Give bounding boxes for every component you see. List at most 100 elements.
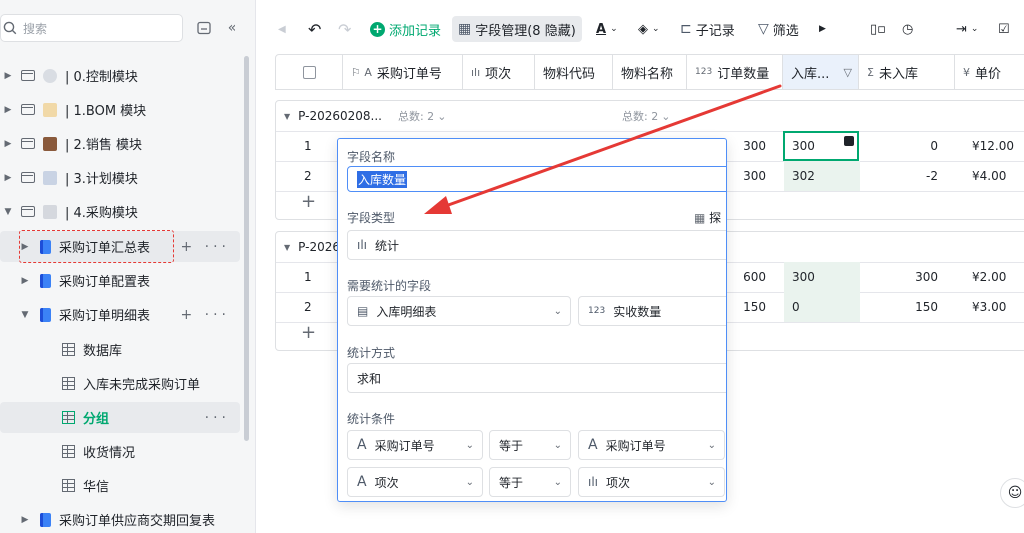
column-header-not-received[interactable]: Σ 未入库 bbox=[859, 54, 955, 90]
undo-icon[interactable]: ↶ bbox=[308, 18, 321, 40]
cell-not-received[interactable]: -2 bbox=[876, 161, 938, 191]
group-total: 总数: 2 bbox=[622, 110, 659, 123]
select-all-checkbox[interactable] bbox=[302, 65, 316, 79]
condition-1-left-select[interactable]: A 采购订单号 ⌄ bbox=[347, 430, 483, 460]
column-header-order-qty[interactable]: 123 订单数量 bbox=[687, 54, 783, 90]
layout-icon[interactable]: ▯▫ bbox=[870, 18, 886, 40]
column-header-line-no[interactable]: ılı 项次 bbox=[463, 54, 535, 90]
explore-button[interactable]: ▦ 探 bbox=[694, 209, 721, 226]
cell-unit-price[interactable]: ¥12.00 bbox=[972, 131, 1014, 161]
column-header-label: 单价 bbox=[975, 66, 1002, 82]
condition-2-left-select[interactable]: A 项次 ⌄ bbox=[347, 467, 483, 497]
column-header-po-number[interactable]: ⚐ A 采购订单号 bbox=[343, 54, 463, 90]
column-header-label: 采购订单号 bbox=[376, 66, 442, 82]
add-record-button[interactable]: + 添加记录 bbox=[370, 18, 441, 40]
sidebar-item-plan-module[interactable]: ▶ | 3.计划模块 bbox=[0, 162, 240, 193]
column-header-material-code[interactable]: 物料代码 bbox=[535, 54, 613, 90]
stat-table-select[interactable]: ▤ 入库明细表 ⌄ bbox=[347, 296, 571, 326]
group-header[interactable]: ▼ P-2026 bbox=[284, 232, 340, 262]
cell-received-qty[interactable]: 0 bbox=[784, 292, 860, 322]
field-management-label: 字段管理(8 隐藏) bbox=[475, 23, 576, 39]
field-type-select[interactable]: ılı 统计 bbox=[347, 230, 726, 260]
cell-unit-price[interactable]: ¥4.00 bbox=[972, 161, 1006, 191]
grid-view-icon bbox=[62, 445, 75, 458]
sidebar-view-database[interactable]: 数据库 bbox=[0, 334, 240, 365]
double-chevron-left-icon[interactable]: « bbox=[222, 18, 242, 38]
text-field-icon: A bbox=[588, 437, 598, 453]
field-management-button[interactable]: ▦ 字段管理(8 隐藏) bbox=[452, 16, 582, 42]
cell-received-qty[interactable]: 302 bbox=[784, 161, 860, 191]
explore-label: 探 bbox=[709, 211, 722, 225]
scroll-left-icon[interactable]: ◀ bbox=[278, 18, 286, 40]
condition-1-op-select[interactable]: 等于 ⌄ bbox=[489, 430, 571, 460]
sidebar-item-po-detail[interactable]: ▼ 采购订单明细表 + ··· bbox=[0, 299, 240, 330]
filter-button[interactable]: ▽ 筛选 bbox=[758, 18, 799, 40]
chevron-down-icon: ▼ bbox=[284, 242, 291, 252]
item-actions[interactable]: + ··· bbox=[180, 307, 230, 323]
clock-icon[interactable]: ◷ bbox=[902, 18, 913, 40]
sub-record-button[interactable]: ⊏ 子记录 bbox=[680, 18, 735, 40]
sidebar-view-receipt[interactable]: 收货情况 bbox=[0, 436, 240, 467]
group-total-2[interactable]: 总数: 2 ⌄ bbox=[622, 101, 670, 131]
cell-not-received[interactable]: 150 bbox=[876, 292, 938, 322]
redo-icon[interactable]: ↷ bbox=[338, 18, 351, 40]
field-type-label: 字段类型 bbox=[347, 211, 396, 225]
group-header[interactable]: ▼ P-20260208... 总数: 2 ⌄ bbox=[284, 101, 446, 131]
sidebar-item-bom-module[interactable]: ▶ | 1.BOM 模块 bbox=[0, 94, 240, 125]
add-row-icon[interactable]: + bbox=[301, 191, 316, 212]
chevron-down-icon: ⌄ bbox=[661, 109, 671, 123]
select-all-header[interactable] bbox=[275, 54, 343, 90]
group-name: P-20260208... bbox=[298, 109, 382, 123]
clipboard-check-icon[interactable]: ☑ bbox=[998, 18, 1010, 40]
assistant-avatar-icon[interactable]: ☺ bbox=[1000, 478, 1024, 508]
text-color-button[interactable]: A ⌄ bbox=[596, 18, 618, 40]
filter-label: 筛选 bbox=[772, 23, 799, 39]
condition-1-right-select[interactable]: A 采购订单号 ⌄ bbox=[578, 430, 725, 460]
grid-view-icon bbox=[62, 343, 75, 356]
sidebar-view-incomplete[interactable]: 入库未完成采购订单 bbox=[0, 368, 240, 399]
cell-unit-price[interactable]: ¥3.00 bbox=[972, 292, 1006, 322]
cell-received-qty[interactable]: 300 bbox=[784, 262, 860, 292]
sidebar-scrollbar[interactable] bbox=[244, 56, 249, 441]
condition-2-right-select[interactable]: ılı 项次 ⌄ bbox=[578, 467, 725, 497]
sidebar-view-group[interactable]: 分组 ··· bbox=[0, 402, 240, 433]
fill-color-button[interactable]: ◈ ⌄ bbox=[638, 18, 660, 40]
cell-not-received[interactable]: 300 bbox=[876, 262, 938, 292]
sidebar-item-label: | 3.计划模块 bbox=[65, 172, 138, 187]
sidebar-item-label: 数据库 bbox=[83, 344, 123, 359]
sidebar-item-supplier-reply[interactable]: ▶ 采购订单供应商交期回复表 bbox=[0, 504, 240, 533]
column-header-label: 物料代码 bbox=[543, 66, 596, 82]
sidebar-item-sales-module[interactable]: ▶ | 2.销售 模块 bbox=[0, 128, 240, 159]
chevron-down-icon: ▼ bbox=[21, 309, 29, 320]
condition-2-op-select[interactable]: 等于 ⌄ bbox=[489, 467, 571, 497]
field-name-input[interactable]: 入库数量 bbox=[347, 166, 726, 192]
chevron-down-icon: ⌄ bbox=[707, 439, 716, 451]
cell-not-received[interactable]: 0 bbox=[876, 131, 938, 161]
sigma-icon: Σ bbox=[867, 65, 874, 79]
column-header-received-qty[interactable]: 入库... ▽ bbox=[783, 54, 859, 90]
method-select[interactable]: 求和 bbox=[347, 363, 726, 393]
collapse-panel-icon[interactable] bbox=[194, 18, 214, 38]
column-header-unit-price[interactable]: ¥ 单价 bbox=[955, 54, 1024, 90]
column-header-material-name[interactable]: 物料名称 bbox=[613, 54, 687, 90]
cell-unit-price[interactable]: ¥2.00 bbox=[972, 262, 1006, 292]
more-tools-icon[interactable]: ▶ bbox=[819, 18, 826, 40]
cell-received-qty-active[interactable]: 300 bbox=[783, 131, 859, 161]
sidebar-item-control-module[interactable]: ▶ | 0.控制模块 bbox=[0, 60, 240, 91]
more-icon[interactable]: ··· bbox=[205, 410, 230, 426]
clipboard-icon bbox=[43, 102, 57, 117]
sidebar-view-huaxin[interactable]: 华信 bbox=[0, 470, 240, 501]
chevron-right-icon: ▶ bbox=[4, 104, 12, 115]
filter-icon[interactable]: ▽ bbox=[844, 66, 852, 79]
cell-value: 300 bbox=[792, 139, 815, 153]
sidebar-item-label: 华信 bbox=[83, 480, 110, 495]
export-button[interactable]: ⇥ ⌄ bbox=[956, 18, 978, 40]
expand-icon[interactable] bbox=[844, 136, 854, 146]
item-actions[interactable]: + ··· bbox=[180, 239, 230, 255]
sidebar-item-po-config[interactable]: ▶ 采购订单配置表 bbox=[0, 265, 240, 296]
add-row-icon[interactable]: + bbox=[301, 322, 316, 343]
stat-field-select[interactable]: 123 实收数量 bbox=[578, 296, 726, 326]
number-field-icon: 123 bbox=[588, 306, 606, 316]
sidebar-item-purchase-module[interactable]: ▼ | 4.采购模块 bbox=[0, 196, 240, 227]
search-input[interactable]: 搜索 bbox=[0, 14, 183, 42]
